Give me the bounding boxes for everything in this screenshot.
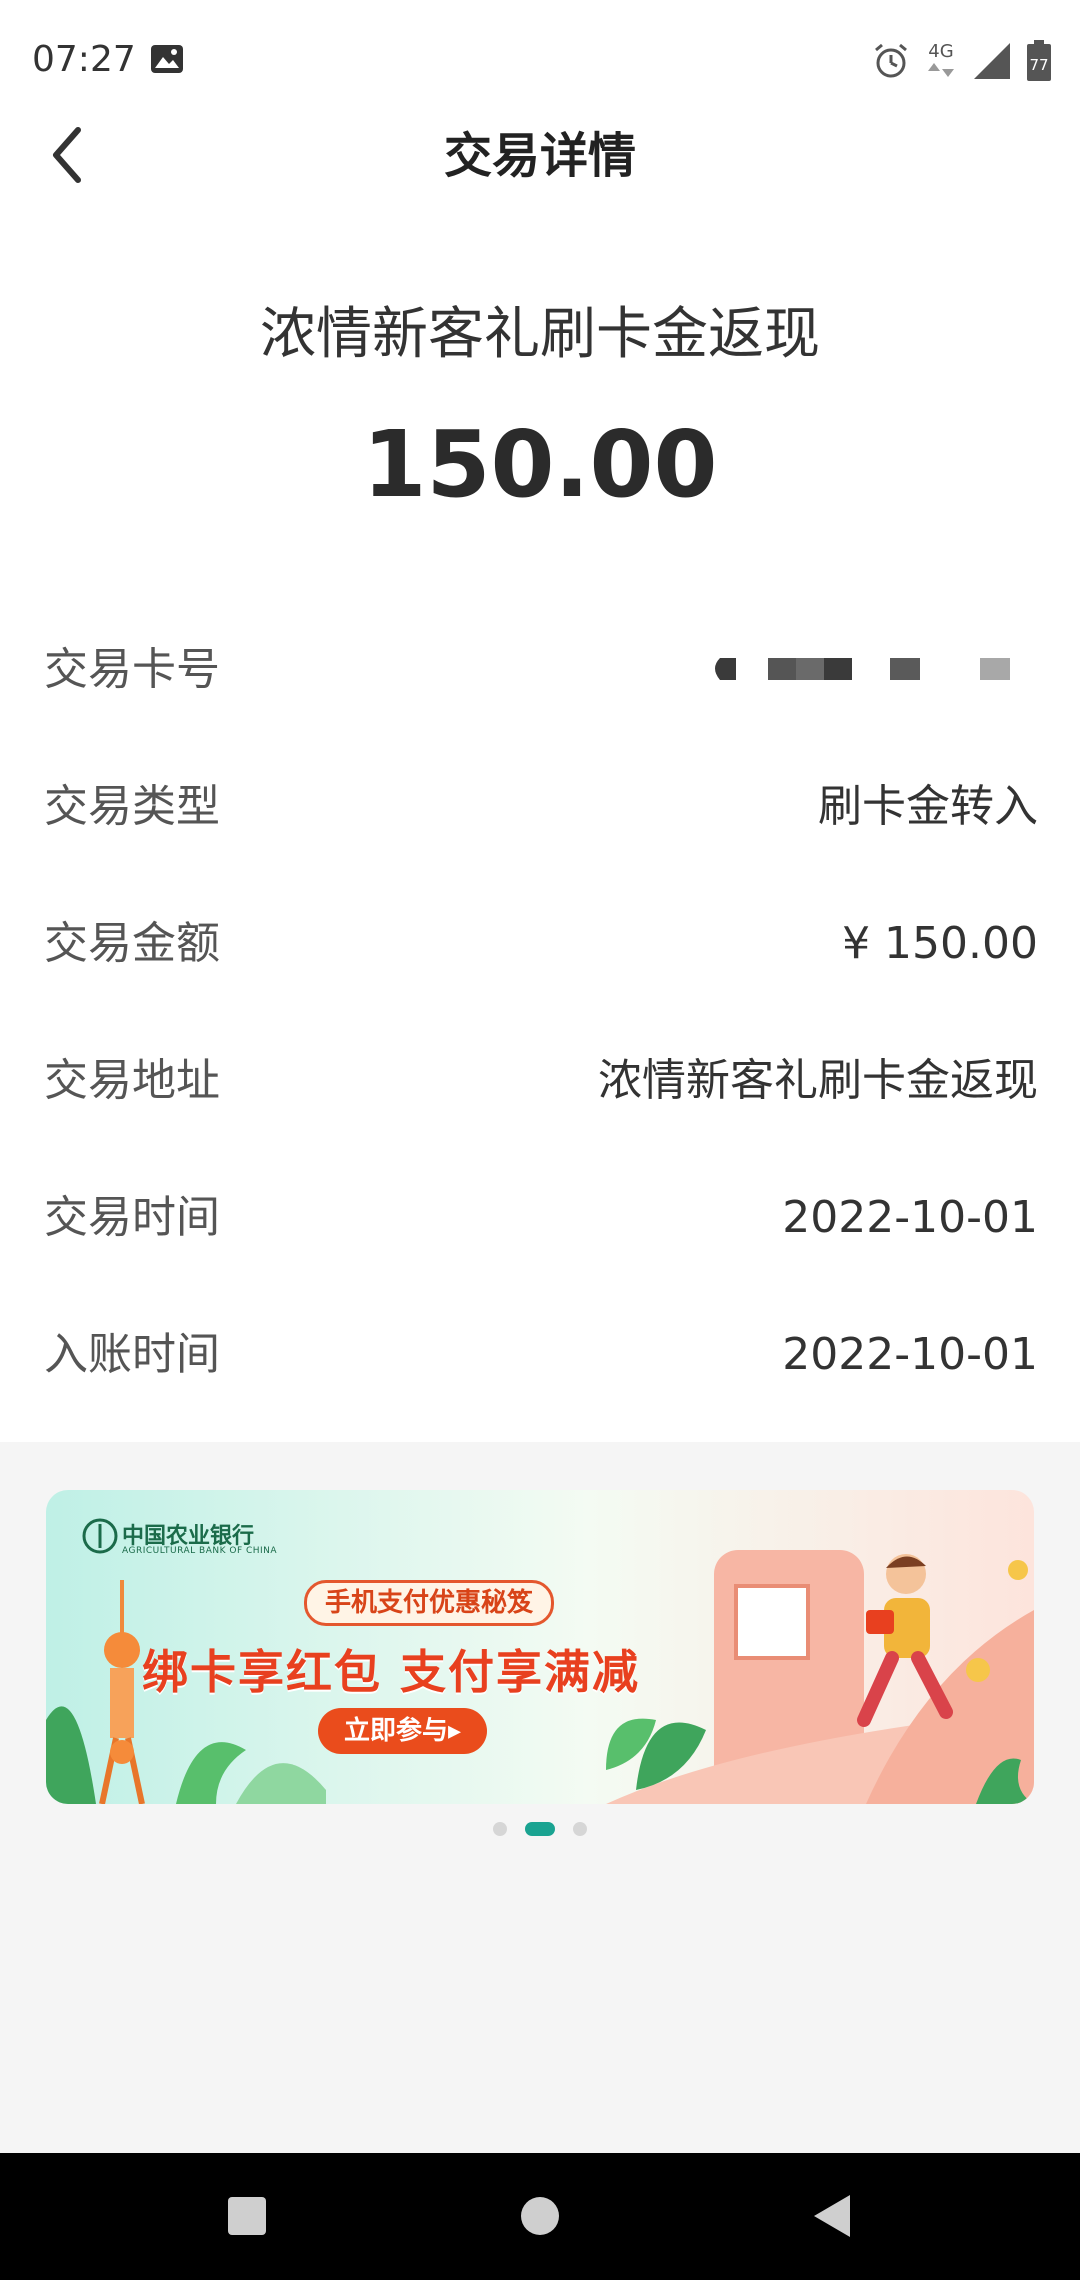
- detail-label: 入账时间: [44, 1329, 220, 1380]
- detail-value: ¥ 150.00: [842, 918, 1038, 969]
- detail-label: 交易金额: [44, 918, 220, 969]
- page-title: 交易详情: [443, 128, 636, 184]
- back-triangle-icon[interactable]: [800, 2183, 866, 2249]
- detail-label: 交易地址: [44, 1055, 220, 1106]
- photo-icon: [151, 45, 183, 73]
- alarm-icon: [875, 43, 907, 78]
- status-time: 07:27: [32, 39, 136, 80]
- banner-pager: [0, 1822, 1080, 1836]
- detail-value: 2022-10-01: [782, 1329, 1038, 1380]
- signal-icon: [974, 43, 1010, 79]
- pager-dot[interactable]: [573, 1822, 587, 1836]
- pager-dot-active[interactable]: [525, 1822, 555, 1836]
- detail-row-amount: 交易金额 ¥ 150.00: [0, 872, 1080, 1009]
- detail-label: 交易时间: [44, 1192, 220, 1243]
- detail-row-time: 交易时间 2022-10-01: [0, 1146, 1080, 1283]
- detail-list: 交易卡号 交易类型 刷卡金转入 交易金额 ¥ 150.00 交易地址 浓情新客礼…: [0, 598, 1080, 1420]
- detail-row-card-number: 交易卡号: [0, 598, 1080, 735]
- detail-row-type: 交易类型 刷卡金转入: [0, 735, 1080, 872]
- data-arrows-icon: [928, 63, 954, 77]
- detail-value: 刷卡金转入: [818, 781, 1038, 832]
- detail-label: 交易卡号: [44, 644, 220, 695]
- battery-level: 77: [1029, 56, 1048, 74]
- detail-value: 浓情新客礼刷卡金返现: [598, 1055, 1038, 1106]
- promo-banner[interactable]: 中国农业银行 AGRICULTURAL BANK OF CHINA 手机支付优惠…: [46, 1490, 1034, 1804]
- battery-icon: 77: [1027, 40, 1051, 81]
- transaction-name: 浓情新客礼刷卡金返现: [260, 302, 820, 367]
- detail-row-posting-time: 入账时间 2022-10-01: [0, 1283, 1080, 1420]
- home-circle-icon[interactable]: [507, 2183, 573, 2249]
- pager-dot[interactable]: [493, 1822, 507, 1836]
- header: 交易详情: [0, 100, 1080, 210]
- network-label: 4G: [928, 41, 954, 62]
- promo-area: 中国农业银行 AGRICULTURAL BANK OF CHINA 手机支付优惠…: [0, 1442, 1080, 2153]
- network-indicator: 4G: [924, 43, 958, 79]
- detail-value: 2022-10-01: [782, 1192, 1038, 1243]
- detail-row-address: 交易地址 浓情新客礼刷卡金返现: [0, 1009, 1080, 1146]
- system-nav-bar: [0, 2153, 1080, 2280]
- join-now-button[interactable]: 立即参与▸: [318, 1708, 488, 1754]
- masked-card-number: [715, 658, 1010, 680]
- recents-square-icon[interactable]: [214, 2183, 280, 2249]
- detail-label: 交易类型: [44, 781, 220, 832]
- promo-headline: 绑卡享红包 支付享满减: [142, 1645, 641, 1699]
- bank-name-en: AGRICULTURAL BANK OF CHINA: [122, 1546, 278, 1556]
- transaction-amount: 150.00: [362, 411, 718, 518]
- promo-tag: 手机支付优惠秘笈: [304, 1580, 555, 1626]
